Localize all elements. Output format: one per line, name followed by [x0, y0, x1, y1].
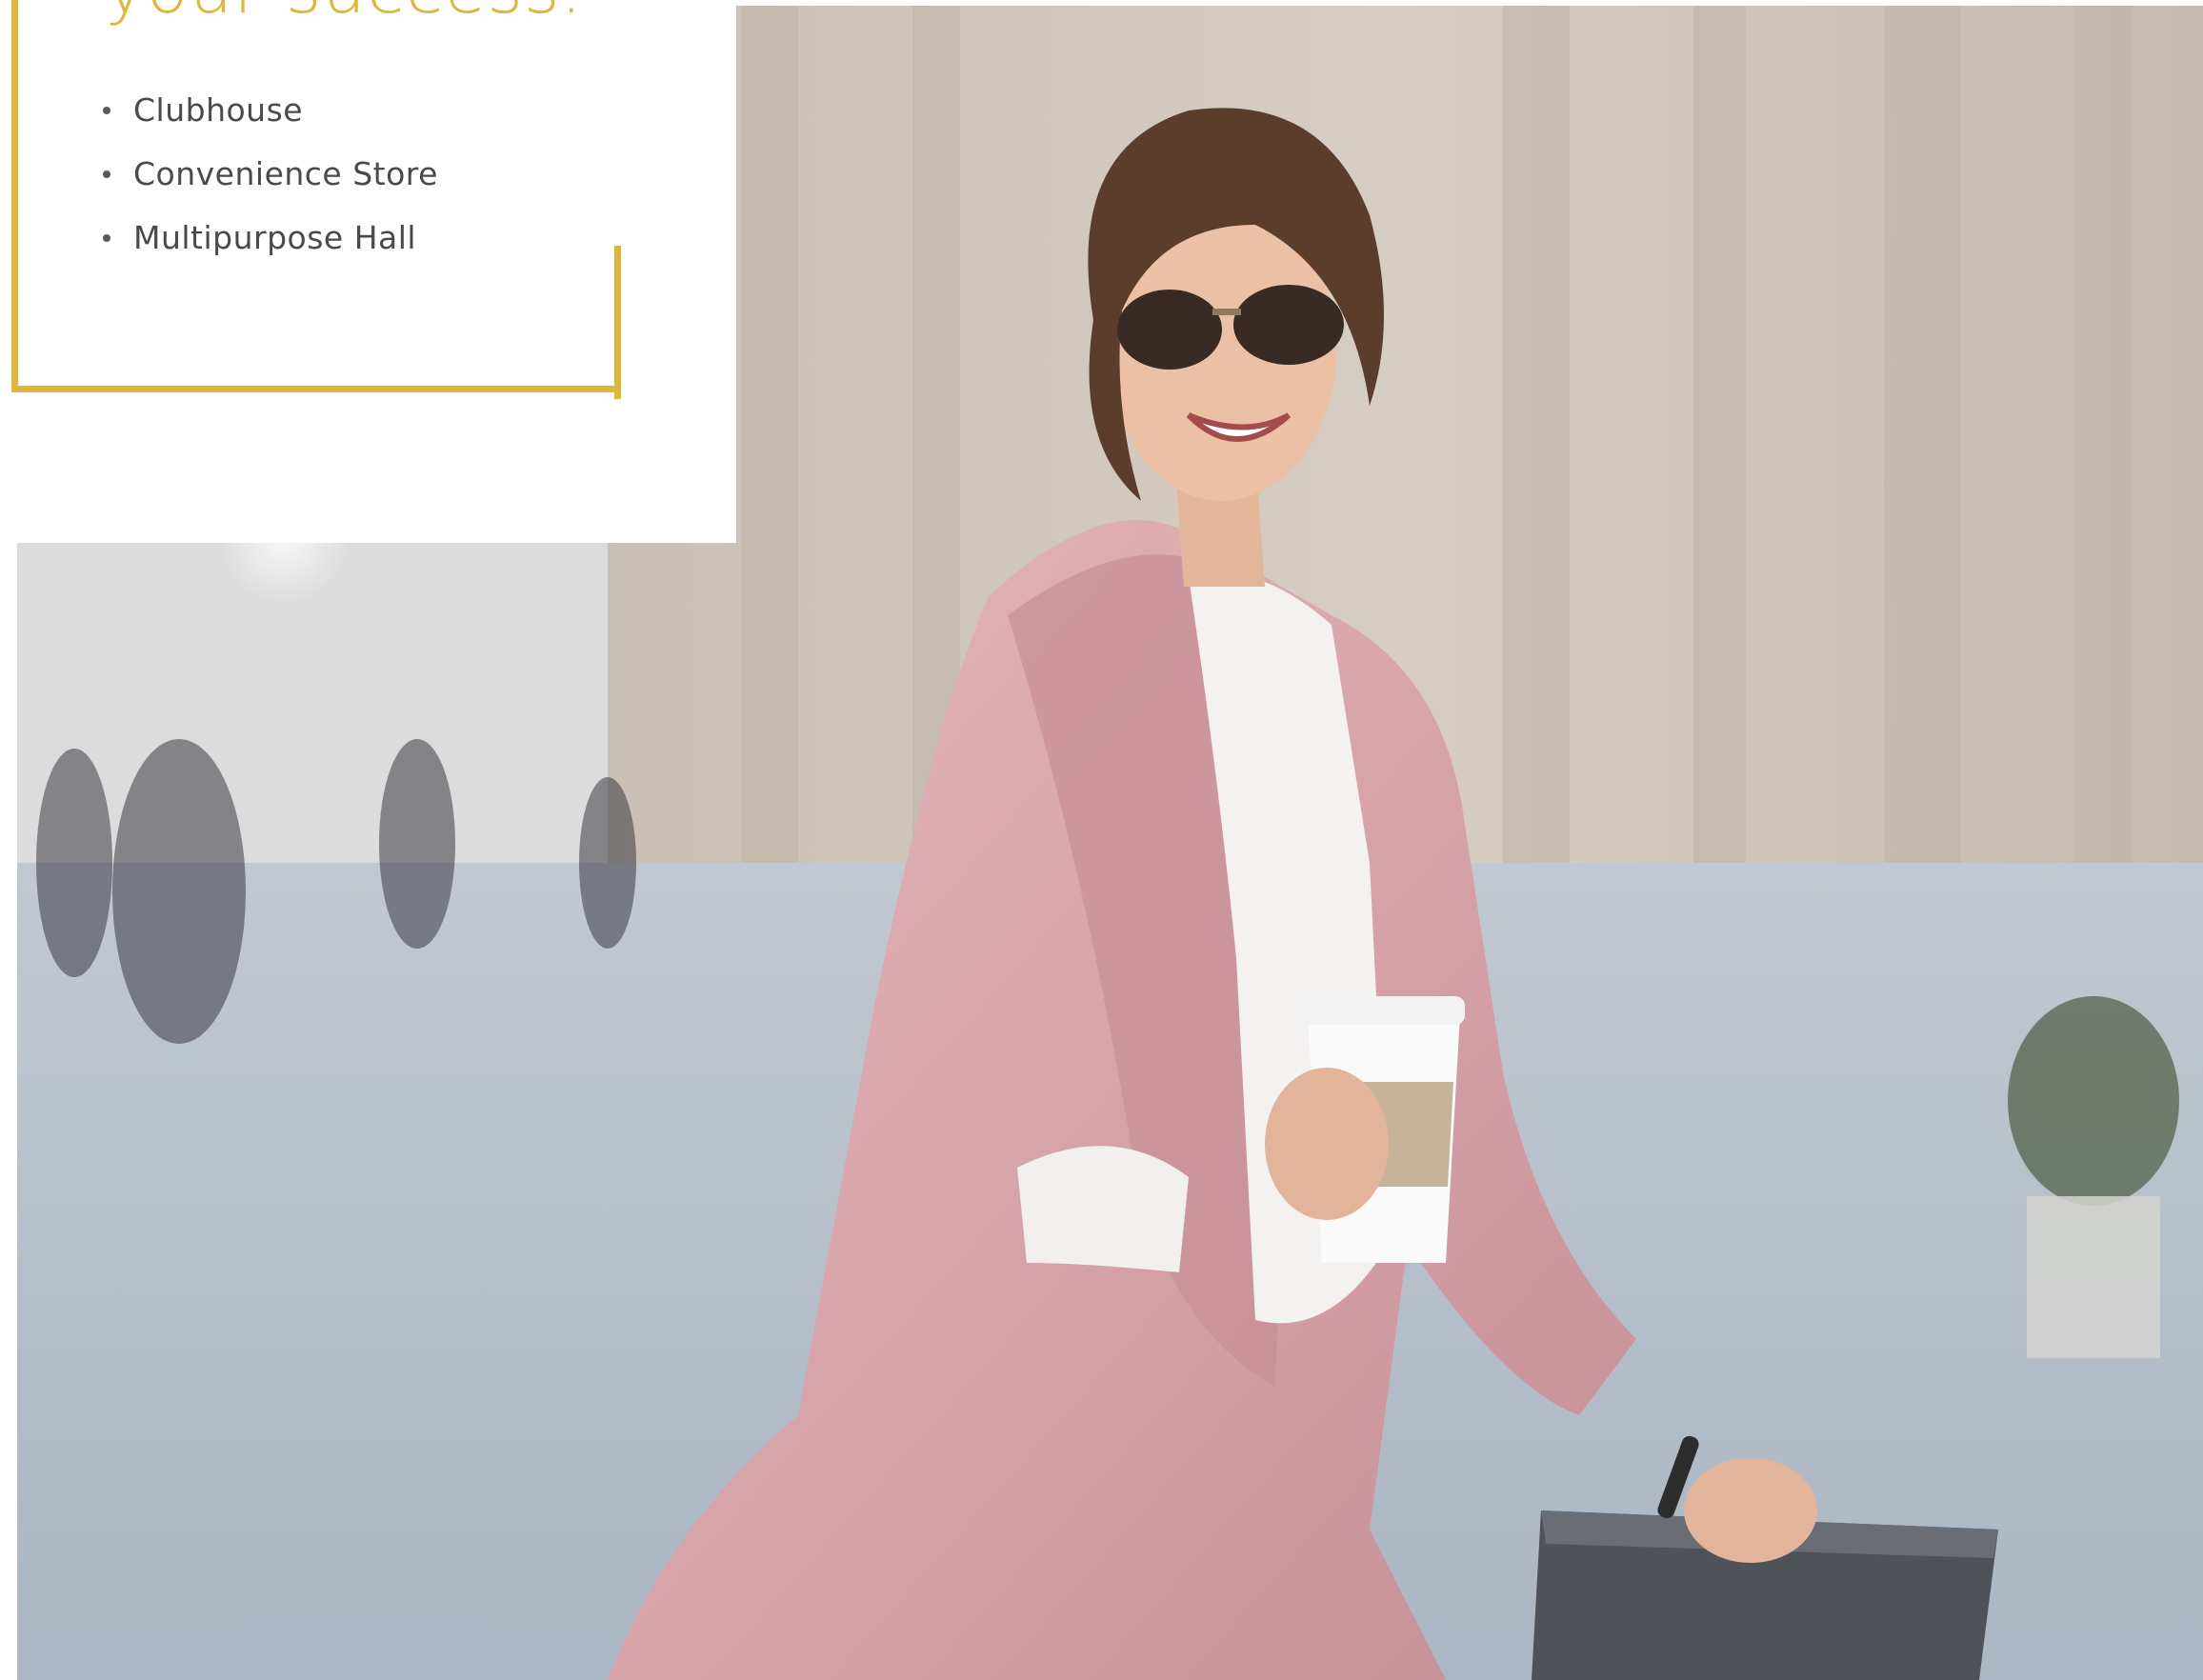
bullet-icon — [103, 106, 110, 114]
bullet-icon — [103, 233, 110, 242]
bullet-icon — [103, 170, 110, 178]
list-item: Multipurpose Hall — [99, 206, 438, 270]
amenities-list: Clubhouse Convenience Store Multipurpose… — [99, 78, 438, 270]
amenity-label: Convenience Store — [133, 155, 438, 192]
gold-frame-right-edge — [614, 246, 621, 399]
amenities-card: your success. Clubhouse Convenience Stor… — [0, 0, 736, 543]
list-item: Clubhouse — [99, 78, 438, 142]
list-item: Convenience Store — [99, 142, 438, 206]
amenity-label: Clubhouse — [133, 91, 304, 129]
brochure-page: your success. Clubhouse Convenience Stor… — [0, 0, 2203, 1680]
amenity-label: Multipurpose Hall — [133, 219, 417, 256]
headline: your success. — [105, 0, 583, 23]
